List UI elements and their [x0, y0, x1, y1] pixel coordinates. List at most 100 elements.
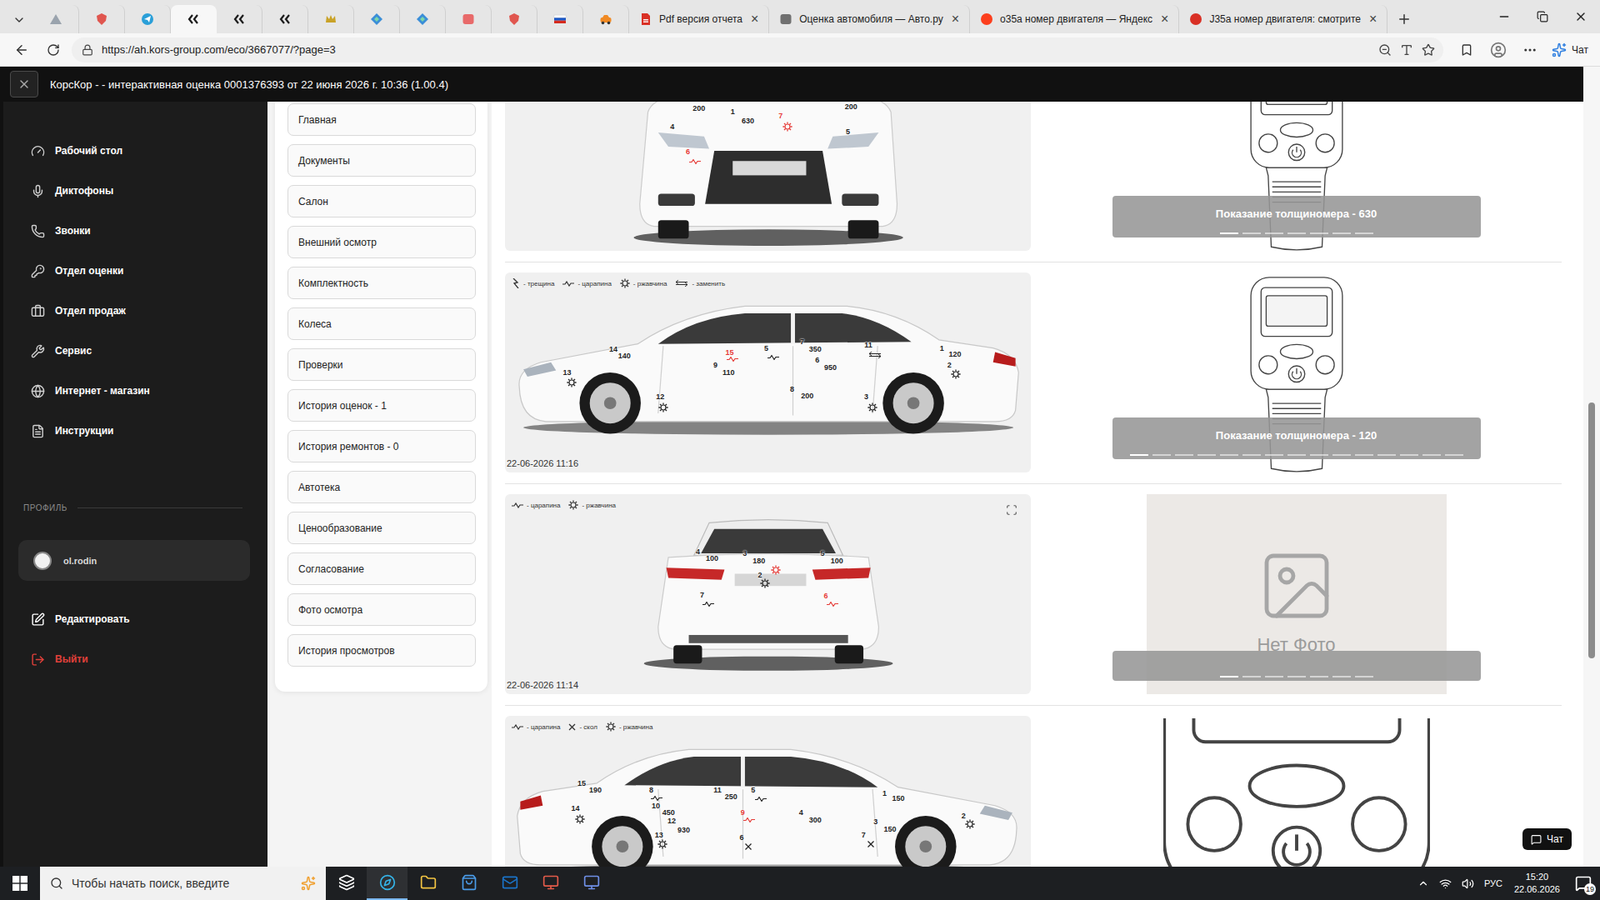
tab-close-button[interactable]: ×: [1159, 12, 1170, 26]
damage-mark[interactable]: 5: [820, 550, 825, 558]
close-window-button[interactable]: [1561, 0, 1600, 34]
pinned-tab[interactable]: [445, 5, 492, 34]
taskbar-app[interactable]: [489, 866, 530, 900]
damage-mark[interactable]: [867, 402, 878, 413]
damage-mark[interactable]: 6: [815, 356, 820, 365]
damage-mark[interactable]: 950: [824, 363, 837, 371]
damage-mark[interactable]: [575, 814, 585, 825]
slide-dot[interactable]: [1400, 454, 1419, 456]
pinned-tab[interactable]: [308, 5, 355, 34]
pinned-tab[interactable]: [33, 5, 80, 34]
damage-mark[interactable]: [868, 351, 882, 359]
damage-mark[interactable]: [657, 839, 668, 850]
profile-button[interactable]: [1485, 37, 1512, 63]
damage-mark[interactable]: 200: [845, 103, 858, 111]
damage-mark[interactable]: 1: [882, 790, 887, 798]
slide-dot[interactable]: [1355, 454, 1374, 456]
network-status[interactable]: [1434, 866, 1457, 900]
damage-mark[interactable]: 12: [655, 393, 665, 401]
damage-mark[interactable]: 11: [864, 340, 873, 349]
slide-dot[interactable]: [1445, 454, 1464, 456]
damage-mark[interactable]: 6: [685, 148, 690, 156]
browser-tab[interactable]: Оценка автомобиля — Авто.ру×: [769, 5, 970, 34]
damage-mark[interactable]: 10: [651, 801, 660, 810]
slide-dot[interactable]: [1242, 232, 1261, 235]
page-scrollbar[interactable]: [1583, 66, 1600, 867]
section-menu-button[interactable]: Колеса: [287, 307, 476, 340]
chat-button[interactable]: Чат: [1522, 828, 1572, 850]
favorite-star-icon[interactable]: [1421, 43, 1435, 57]
damage-mark[interactable]: 140: [618, 352, 631, 360]
sidebar-item[interactable]: Сервис: [18, 330, 268, 371]
damage-mark[interactable]: [744, 842, 752, 850]
slide-dot[interactable]: [1310, 675, 1329, 678]
slide-dot[interactable]: [1265, 675, 1284, 678]
damage-mark[interactable]: [866, 840, 875, 849]
section-menu-button[interactable]: Внешний осмотр: [287, 225, 476, 259]
damage-mark[interactable]: 13: [655, 831, 664, 840]
damage-mark[interactable]: 13: [562, 369, 571, 377]
slide-dot[interactable]: [1265, 454, 1284, 456]
browser-tab[interactable]: J35a номер двигателя: смотрите×: [1179, 5, 1388, 34]
damage-mark[interactable]: 180: [752, 556, 765, 565]
start-button[interactable]: [0, 866, 40, 900]
damage-mark[interactable]: 11: [713, 786, 722, 795]
damage-mark[interactable]: [689, 159, 701, 165]
damage-mark[interactable]: 14: [571, 805, 580, 813]
pinned-tab[interactable]: [216, 5, 263, 34]
damage-mark[interactable]: 1: [730, 108, 735, 116]
damage-mark[interactable]: 110: [722, 369, 735, 377]
damage-mark[interactable]: 2: [947, 361, 952, 370]
damage-mark[interactable]: 2: [961, 812, 966, 820]
copilot-button[interactable]: Чат: [1548, 42, 1592, 58]
collections-button[interactable]: [1453, 37, 1480, 63]
notification-center[interactable]: 19: [1566, 866, 1600, 900]
new-tab-button[interactable]: [1387, 5, 1421, 34]
slide-dot[interactable]: [1220, 675, 1239, 678]
taskbar-app[interactable]: [570, 866, 612, 900]
damage-mark[interactable]: [726, 356, 739, 363]
volume[interactable]: [1456, 866, 1480, 900]
damage-mark[interactable]: 300: [809, 815, 822, 824]
tray-overflow[interactable]: [1412, 866, 1435, 900]
slide-dot[interactable]: [1242, 454, 1261, 456]
tab-close-button[interactable]: ×: [1367, 12, 1379, 26]
damage-mark[interactable]: [760, 578, 770, 589]
damage-mark[interactable]: [770, 565, 781, 575]
section-menu-button[interactable]: Комплектность: [287, 266, 476, 300]
pinned-tab[interactable]: [400, 5, 446, 34]
pinned-tab[interactable]: [79, 5, 125, 34]
section-menu-button[interactable]: Ценообразование: [287, 511, 476, 545]
damage-mark[interactable]: 1: [940, 344, 945, 352]
damage-mark[interactable]: 15: [725, 348, 734, 356]
pinned-tab[interactable]: [170, 5, 217, 34]
back-button[interactable]: [8, 37, 35, 63]
section-menu-button[interactable]: Главная: [287, 103, 476, 136]
damage-mark[interactable]: 8: [790, 385, 795, 393]
section-menu-button[interactable]: Документы: [287, 144, 476, 177]
damage-mark[interactable]: 5: [845, 127, 850, 135]
section-menu-button[interactable]: Автотека: [287, 470, 476, 504]
damage-mark[interactable]: 200: [800, 392, 814, 400]
taskbar-app[interactable]: [407, 866, 449, 900]
damage-mark[interactable]: 3: [742, 550, 747, 558]
section-menu-button[interactable]: История оценок - 1: [287, 389, 476, 422]
damage-mark[interactable]: 6: [823, 592, 828, 600]
damage-mark[interactable]: 9: [713, 361, 718, 370]
more-button[interactable]: [1516, 37, 1544, 63]
sidebar-item[interactable]: Диктофоны: [18, 170, 268, 211]
expand-button[interactable]: [1004, 502, 1020, 518]
section-menu-button[interactable]: Проверки: [287, 348, 476, 381]
damage-mark[interactable]: [743, 816, 755, 823]
input-language[interactable]: РУС: [1479, 866, 1508, 900]
pinned-tab[interactable]: [583, 5, 630, 34]
slide-dot[interactable]: [1220, 232, 1239, 235]
slide-dot[interactable]: [1175, 454, 1194, 456]
damage-mark[interactable]: 450: [662, 809, 675, 817]
damage-mark[interactable]: 7: [700, 591, 705, 600]
damage-mark[interactable]: [767, 354, 780, 360]
close-report-button[interactable]: [10, 70, 39, 98]
restore-button[interactable]: [1523, 0, 1562, 34]
tab-close-button[interactable]: ×: [749, 12, 760, 26]
damage-mark[interactable]: 7: [800, 338, 805, 346]
